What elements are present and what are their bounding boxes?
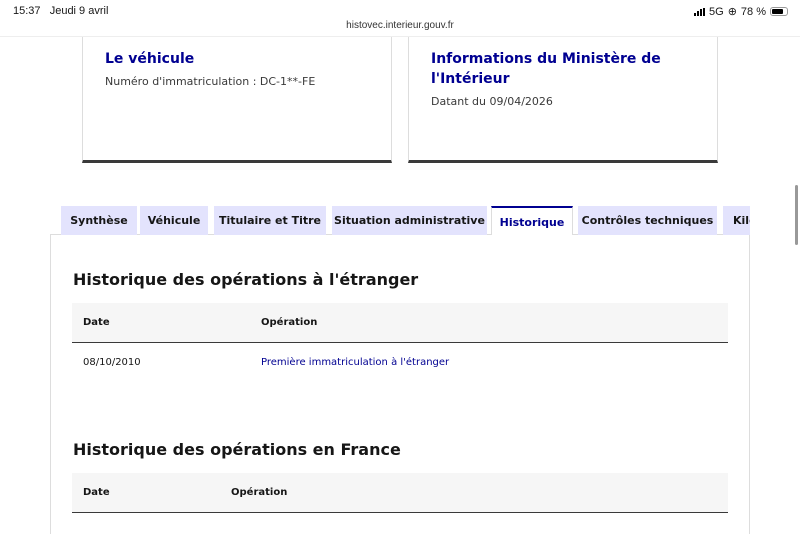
- row-date: 08/10/2010: [83, 357, 141, 368]
- tab-historique[interactable]: Historique: [491, 206, 573, 235]
- card-text: Datant du 09/04/2026: [431, 95, 553, 108]
- tab-situation[interactable]: Situation administrative: [332, 206, 487, 235]
- url-bar[interactable]: histovec.interieur.gouv.fr: [0, 20, 800, 31]
- section-title: Historique des opérations à l'étranger: [73, 270, 419, 289]
- card-title: Informations du Ministère de l'Intérieur: [431, 51, 661, 87]
- column-operation: Opération: [261, 317, 318, 328]
- tab-controles[interactable]: Contrôles techniques: [578, 206, 717, 235]
- ministry-card: Informations du Ministère de l'Intérieur…: [408, 37, 718, 163]
- vehicle-card: Le véhicule Numéro d'immatriculation : D…: [82, 37, 392, 163]
- signal-icon: [694, 7, 706, 16]
- operation-link[interactable]: Première immatriculation à l'étranger: [261, 357, 449, 368]
- tab-titulaire[interactable]: Titulaire et Titre: [214, 206, 326, 235]
- battery-label: 78 %: [740, 5, 766, 18]
- table-header: Date Opération: [72, 303, 728, 343]
- battery-icon: [770, 7, 788, 16]
- tab-kilometrage[interactable]: Kilométrage: [723, 206, 750, 235]
- status-bar: 15:37 Jeudi 9 avril 5G ⊕ 78 %: [0, 0, 800, 20]
- network-label: 5G: [709, 5, 724, 18]
- table-row: 08/10/2010 Première immatriculation à l'…: [72, 343, 728, 383]
- column-operation: Opération: [231, 487, 288, 498]
- tab-synthese[interactable]: Synthèse: [61, 206, 137, 235]
- column-date: Date: [83, 487, 110, 498]
- status-indicators: 5G ⊕ 78 %: [694, 5, 788, 18]
- status-time: 15:37 Jeudi 9 avril: [13, 5, 109, 17]
- column-date: Date: [83, 317, 110, 328]
- table-header: Date Opération: [72, 473, 728, 513]
- card-text: Numéro d'immatriculation : DC-1**-FE: [105, 75, 316, 88]
- section-title: Historique des opérations en France: [73, 440, 401, 459]
- tab-vehicule[interactable]: Véhicule: [140, 206, 208, 235]
- tab-list: Synthèse Véhicule Titulaire et Titre Sit…: [61, 206, 750, 235]
- card-title: Le véhicule: [105, 51, 195, 67]
- scrollbar[interactable]: [795, 185, 798, 245]
- orientation-lock-icon: ⊕: [727, 6, 737, 18]
